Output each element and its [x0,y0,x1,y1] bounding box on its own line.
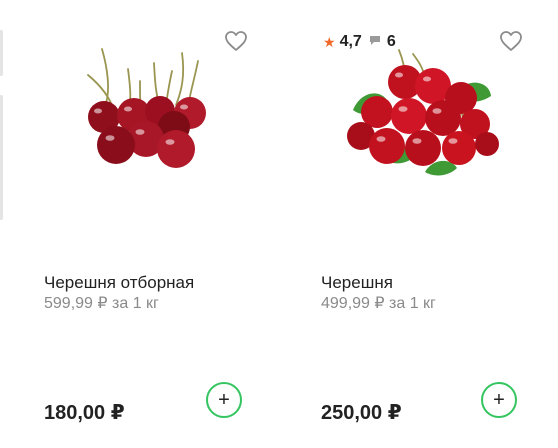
product-title[interactable]: Черешня [321,273,393,293]
unit-price: 599,99 ₽ за 1 кг [44,295,159,312]
left-edge-scroll-hint [0,30,3,76]
product-image[interactable] [339,48,504,178]
product-card[interactable]: Черешня отборная 599,99 ₽ за 1 кг 180,00… [44,0,284,448]
unit-price: 499,99 ₽ за 1 кг [321,295,436,312]
product-card[interactable]: ★ 4,7 6 Черешня 499,99 ₽ за 1 кг 250,00 … [321,0,558,448]
product-price: 180,00 ₽ [44,402,125,424]
product-image[interactable] [70,45,220,180]
plus-icon: + [493,389,505,411]
favorite-button[interactable] [224,30,248,52]
plus-icon: + [218,389,230,411]
add-to-cart-button[interactable]: + [481,382,517,418]
product-title[interactable]: Черешня отборная [44,273,194,293]
add-to-cart-button[interactable]: + [206,382,242,418]
left-edge-divider [0,95,3,220]
star-icon: ★ [323,33,336,50]
heart-outline-icon [225,31,247,51]
product-price: 250,00 ₽ [321,402,402,424]
